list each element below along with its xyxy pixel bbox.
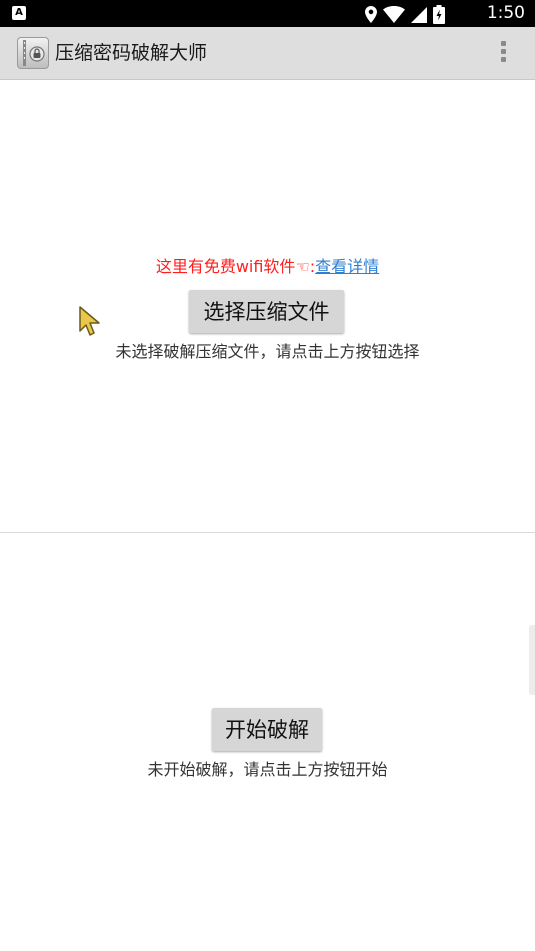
start-status-text: 未开始破解，请点击上方按钮开始 xyxy=(147,760,388,779)
select-archive-button[interactable]: 选择压缩文件 xyxy=(189,290,344,333)
status-bar: A 1:50 xyxy=(0,0,535,27)
app-title: 压缩密码破解大师 xyxy=(55,42,208,64)
status-icons xyxy=(365,4,445,24)
start-crack-button[interactable]: 开始破解 xyxy=(212,708,322,751)
zip-lock-icon-graphic xyxy=(23,40,45,66)
wifi-icon xyxy=(383,5,405,23)
overflow-menu-icon[interactable] xyxy=(493,41,513,67)
notification-icon: A xyxy=(12,6,26,20)
zip-lock-icon xyxy=(17,37,49,69)
promo-line: 这里有免费wifi软件☜:查看详情 xyxy=(0,256,535,278)
status-time: 1:50 xyxy=(486,3,525,23)
signal-icon xyxy=(411,6,427,23)
section-divider xyxy=(0,532,535,533)
battery-icon xyxy=(433,4,445,24)
notification-icon-label: A xyxy=(15,7,23,18)
mouse-cursor-icon xyxy=(79,306,100,336)
select-status-text: 未选择破解压缩文件，请点击上方按钮选择 xyxy=(115,342,420,361)
promo-text: 这里有免费wifi软件☜: xyxy=(155,257,316,276)
app-toolbar: 压缩密码破解大师 xyxy=(0,27,535,80)
promo-details-link[interactable]: 查看详情 xyxy=(315,257,379,276)
location-icon xyxy=(365,5,377,23)
edge-handle[interactable] xyxy=(529,625,535,695)
app-screen: A 1:50 压缩密码破解大师 这里有免费wifi软件☜:查看详情 选择压缩文件… xyxy=(0,0,535,951)
